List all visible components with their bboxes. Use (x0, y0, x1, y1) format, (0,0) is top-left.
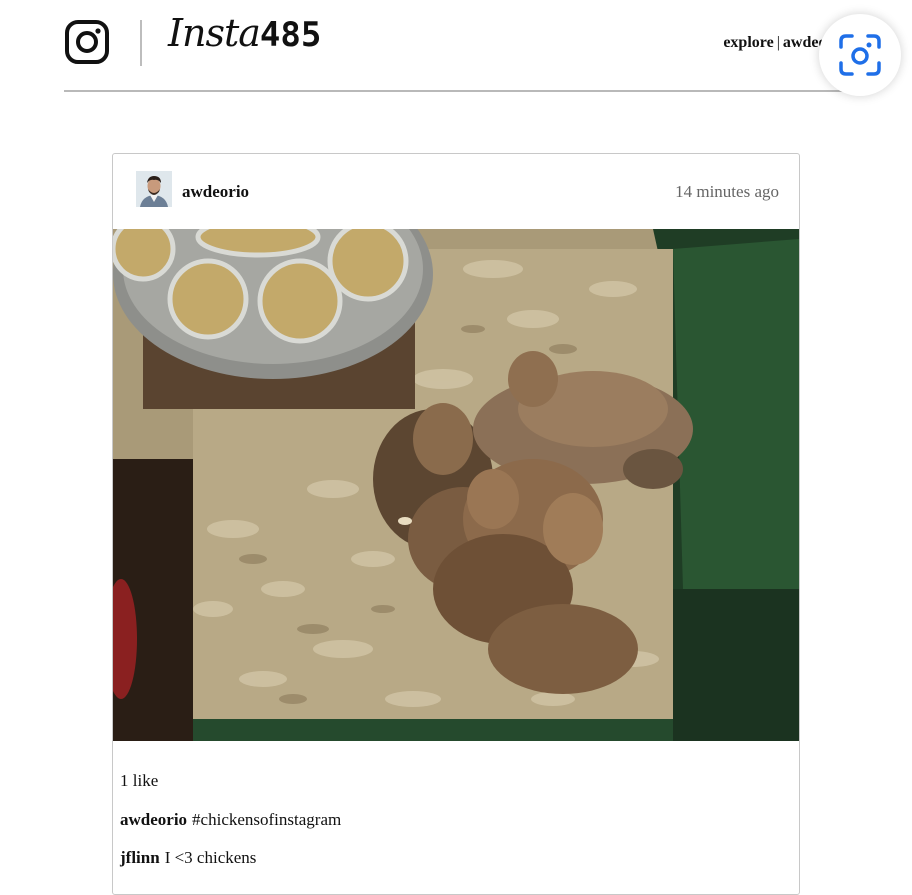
visual-lookup-icon (839, 34, 881, 76)
nav-separator: | (776, 34, 780, 51)
brand-wordmark[interactable]: Insta485 (168, 14, 321, 53)
visual-lookup-button[interactable] (819, 14, 901, 96)
post-owner-link[interactable]: awdeorio (182, 182, 249, 202)
avatar[interactable] (136, 171, 172, 207)
site-header: Insta485 explore | awdeorio (64, 0, 846, 92)
explore-link[interactable]: explore (723, 34, 773, 51)
post-image (113, 229, 799, 741)
comment-text: #chickensofinstagram (192, 810, 342, 829)
header-divider (140, 20, 142, 66)
post-card: awdeorio 14 minutes ago 1 like awdeorio … (112, 153, 800, 895)
comment-text: I <3 chickens (164, 848, 257, 867)
comment: jflinn I <3 chickens (120, 848, 256, 868)
brand-script: Insta (168, 11, 261, 55)
brand-number: 485 (259, 15, 322, 55)
avatar-portrait (136, 171, 172, 207)
comment-owner-link[interactable]: jflinn (120, 848, 160, 867)
post-timestamp-link[interactable]: 14 minutes ago (675, 182, 779, 202)
instagram-camera-icon[interactable] (64, 19, 110, 65)
comment-owner-link[interactable]: awdeorio (120, 810, 187, 829)
post-photo[interactable] (113, 229, 799, 741)
likes-count: 1 like (120, 771, 159, 790)
comment: awdeorio #chickensofinstagram (120, 810, 341, 830)
post-header: awdeorio 14 minutes ago (113, 154, 799, 228)
